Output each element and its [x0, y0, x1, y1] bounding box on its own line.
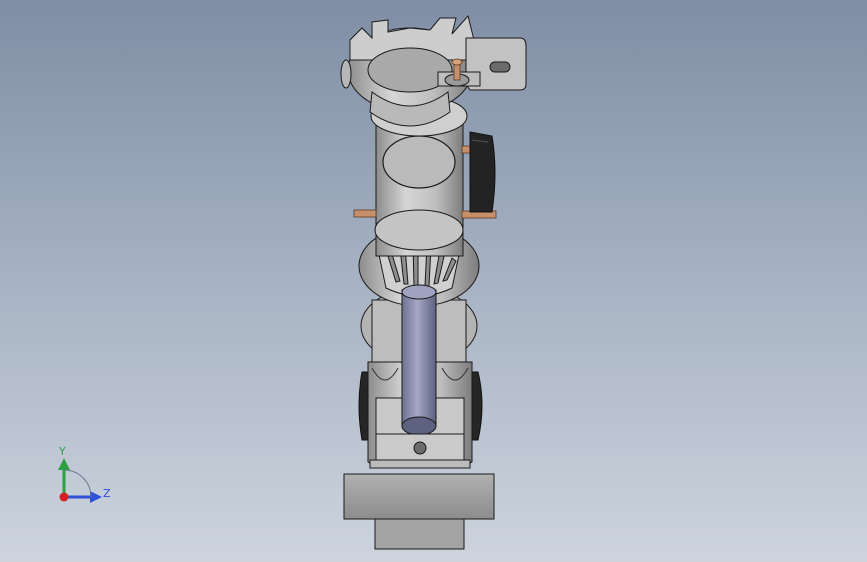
y-axis-label: Y — [58, 445, 66, 458]
piston-rod — [401, 284, 437, 436]
base-flange — [343, 473, 495, 550]
triad-origin — [59, 492, 69, 502]
coordinate-triad: Y Z — [58, 445, 111, 503]
model-view[interactable]: Y Z — [0, 0, 867, 562]
side-actuator — [469, 131, 496, 213]
clamp-block — [369, 433, 471, 469]
z-axis-arrow-icon — [90, 491, 102, 503]
y-axis-arrow-icon — [58, 458, 70, 470]
graphics-viewport[interactable]: Y Z — [0, 0, 867, 562]
z-axis-label: Z — [103, 487, 111, 500]
